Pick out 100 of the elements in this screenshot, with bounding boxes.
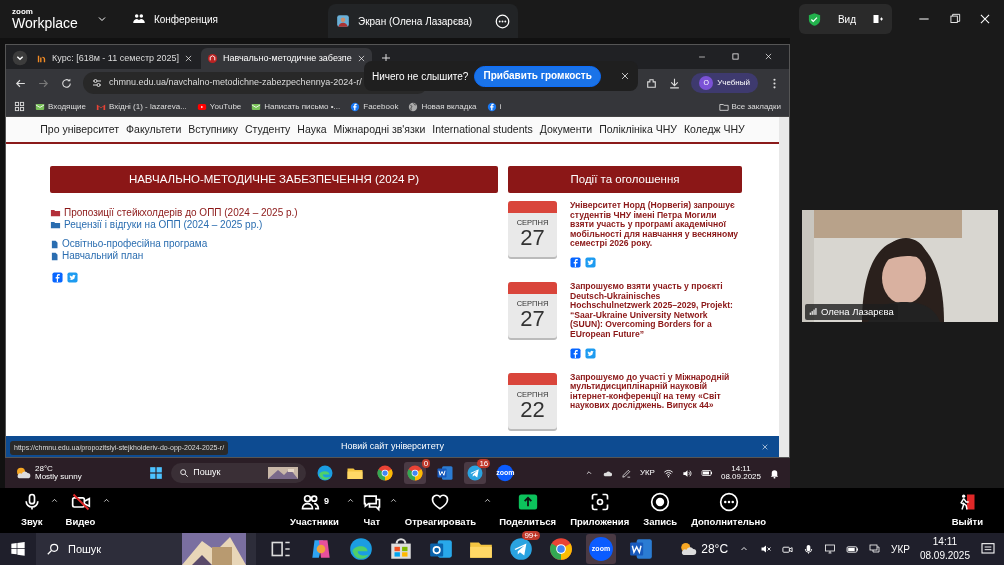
search-icon: [46, 542, 60, 556]
zoom-icon: [588, 536, 614, 562]
notification-count: 99+: [522, 531, 540, 540]
taskbar-app[interactable]: 16: [464, 462, 487, 484]
document-icon: [436, 464, 455, 482]
document-link[interactable]: Пропозиції стейкхолдерів до ОПП (2024 – 2025 р.): [50, 207, 498, 219]
toolbar-button[interactable]: Дополнительно: [684, 491, 774, 530]
clock[interactable]: 14:11 08.09.2025: [919, 537, 970, 561]
toolbar-button[interactable]: Чат: [354, 491, 389, 530]
tab-list-icon[interactable]: [12, 50, 28, 66]
close-icon[interactable]: [620, 71, 630, 81]
new-tab-icon[interactable]: [379, 52, 392, 64]
browser-icon: [348, 536, 374, 562]
toolbar-button[interactable]: Видео: [58, 491, 103, 530]
volume-button[interactable]: Прибавить громкость: [474, 65, 601, 87]
bookmark[interactable]: Facebook: [350, 100, 399, 113]
signal-icon: [809, 307, 818, 317]
apps-icon[interactable]: [14, 101, 25, 112]
more-icon[interactable]: [494, 13, 510, 29]
nav-link[interactable]: Міжнародні зв'язки: [333, 122, 426, 138]
bookmark[interactable]: YouTube: [196, 100, 242, 113]
bookmark[interactable]: Написать письмо •...: [251, 100, 341, 113]
microphone-icon[interactable]: [803, 543, 815, 555]
twitter-icon[interactable]: [585, 347, 596, 359]
weather-icon: [679, 540, 698, 558]
nav-link[interactable]: Студенту: [245, 122, 291, 138]
language-indicator[interactable]: УКР: [639, 467, 655, 479]
browser-tab[interactable]: Навчально-методичне забезпе: [201, 48, 372, 69]
close-icon[interactable]: [978, 12, 992, 26]
event-title[interactable]: Університет Норд (Норвегія) запрошує студентів ЧНУ імені Петра Могили взяти участь у програмі академічної мобільності для навчання у весняному семестрі 2026 року.: [570, 201, 742, 249]
pen-icon[interactable]: [620, 467, 632, 479]
nav-link[interactable]: Документи: [539, 122, 593, 138]
facebook-icon[interactable]: [570, 256, 581, 268]
section-heading: НАВЧАЛЬНО-МЕТОДИЧНЕ ЗАБЕЗПЕЧЕННЯ (2024 Р): [50, 165, 498, 193]
start-icon[interactable]: [10, 541, 26, 557]
maximize-icon[interactable]: [731, 52, 740, 61]
heart-icon: [430, 491, 451, 512]
facebook-icon: [350, 101, 361, 112]
twitter-icon[interactable]: [67, 272, 78, 283]
display-icon[interactable]: [824, 543, 837, 555]
search-field[interactable]: Пошук: [171, 463, 307, 483]
banner-text[interactable]: Новий сайт університету: [340, 439, 445, 454]
toolbar-button[interactable]: Запись: [636, 491, 685, 530]
close-icon[interactable]: [184, 54, 194, 63]
toolbar-button[interactable]: 9 Участники: [283, 491, 346, 530]
nav-link[interactable]: Про університет: [40, 122, 120, 138]
bookmark[interactable]: Входящие: [35, 100, 86, 113]
language-indicator[interactable]: УКР: [891, 541, 910, 557]
view-button[interactable]: Вид: [798, 4, 892, 34]
event-title[interactable]: Запрошуємо взяти участь у проєкті Deutsch-Ukrainisches Hochschulnetzwerk 2025–2029, Projekt: “Saar-Ukraine University Network (SUUN): Overcoming Borders for a EUropean Future”: [570, 281, 742, 340]
clock[interactable]: 14:11 08.09.2025: [720, 465, 761, 481]
all-bookmarks[interactable]: Все закладки: [718, 100, 781, 113]
bookmark[interactable]: Новая вкладка: [408, 100, 477, 113]
facebook-icon[interactable]: [52, 272, 63, 283]
bookmark[interactable]: i: [486, 100, 502, 113]
notification-icon[interactable]: [980, 541, 996, 557]
battery-icon[interactable]: [700, 467, 713, 479]
site-settings-icon[interactable]: [91, 77, 103, 89]
start-icon[interactable]: [149, 466, 164, 480]
notification-icon[interactable]: [769, 467, 780, 479]
reload-icon[interactable]: [60, 76, 73, 90]
nav-link[interactable]: Вступнику: [188, 122, 238, 138]
facebook-icon[interactable]: [570, 347, 581, 359]
taskbar-app[interactable]: 0: [404, 462, 427, 484]
extensions-icon[interactable]: [645, 76, 659, 90]
browser-icon: [406, 464, 425, 482]
search-field[interactable]: Пошук: [36, 533, 256, 565]
nav-link[interactable]: International students: [432, 122, 533, 138]
document-link[interactable]: Освітньо-професійна програма: [50, 238, 498, 250]
bookmark[interactable]: Вхідні (1) - lazareva...: [95, 100, 187, 113]
weather-widget[interactable]: 28°C: [679, 540, 729, 558]
twitter-icon[interactable]: [585, 256, 596, 268]
close-icon[interactable]: [764, 52, 773, 61]
mute-icon[interactable]: [760, 543, 773, 555]
share-tab-title: Экран (Олена Лазарєва): [357, 14, 474, 29]
nav-link[interactable]: Наука: [297, 122, 327, 138]
toolbar-button[interactable]: Выйти: [944, 491, 990, 530]
nav-link[interactable]: Поліклініка ЧНУ: [599, 122, 677, 138]
weather-widget[interactable]: 28°C Mostly sunny: [15, 465, 82, 481]
toolbar-button[interactable]: Приложения: [563, 491, 637, 530]
document-link[interactable]: Навчальний план: [50, 250, 498, 262]
close-icon[interactable]: [356, 54, 366, 63]
volume-icon[interactable]: [681, 467, 693, 479]
download-icon[interactable]: [668, 76, 682, 90]
network-icon[interactable]: [869, 543, 882, 555]
nav-link[interactable]: Факультети: [126, 122, 182, 138]
envelope-icon: [251, 101, 262, 112]
meeting-label[interactable]: Конференция: [153, 11, 218, 27]
toolbar-button[interactable]: Отреагировать: [397, 491, 484, 530]
document-link[interactable]: Рецензії і відгуки на ОПП (2024 – 2025 рр.): [50, 219, 498, 231]
restore-icon[interactable]: [948, 12, 962, 26]
wifi-icon[interactable]: [662, 467, 674, 479]
share-tab[interactable]: Экран (Олена Лазарєва): [327, 4, 518, 38]
nav-link[interactable]: Коледж ЧНУ: [683, 122, 745, 138]
logo-text: Workplace: [12, 16, 78, 30]
toolbar-button[interactable]: Звук: [14, 491, 50, 530]
event-title[interactable]: Запрошуємо до участі у Міжнародній мультидисциплінарній науковій інтернет-конференції на тему «Світ наукових досліджень. Випуск 44»: [570, 372, 742, 411]
browser-tab[interactable]: Курс: [618м - 11 семестр 2025]: [30, 48, 200, 69]
section-heading: Події та оголошення: [508, 165, 742, 193]
toolbar-button[interactable]: Поделиться: [492, 491, 564, 530]
